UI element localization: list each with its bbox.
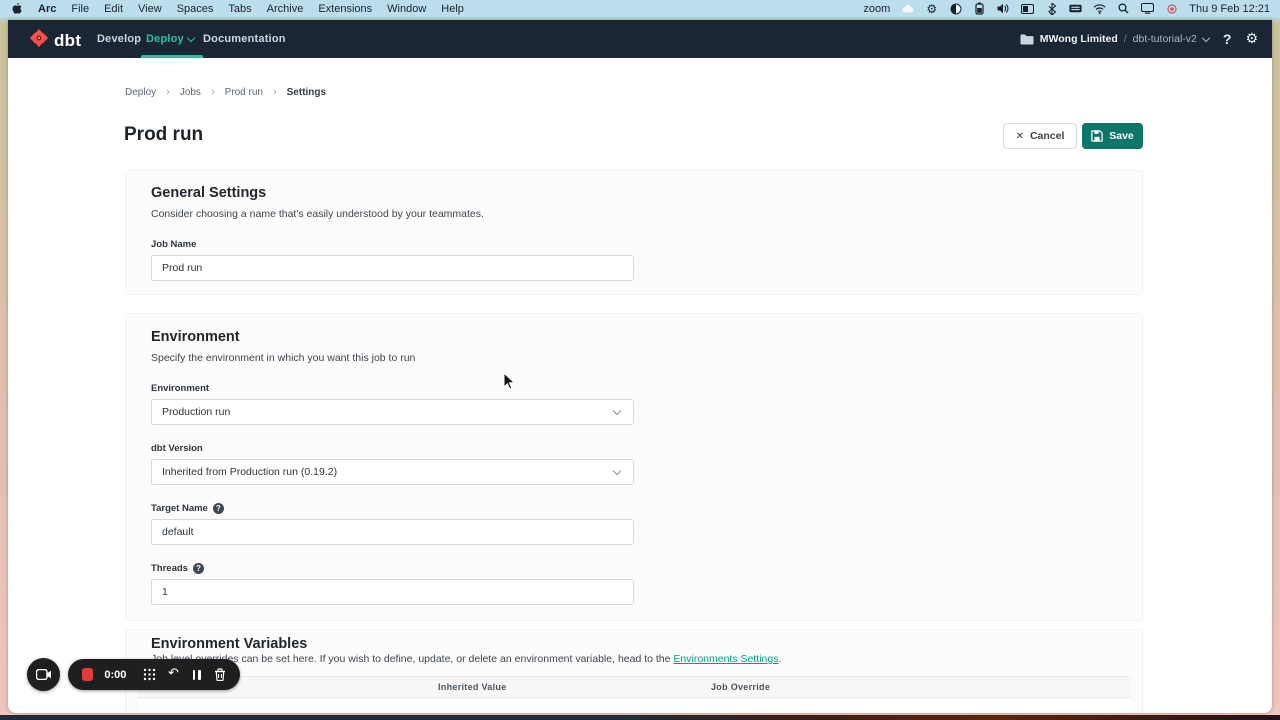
dbt-logo-text: dbt	[54, 31, 81, 51]
chevron-down-icon	[613, 406, 621, 414]
cancel-button[interactable]: ✕ Cancel	[1003, 123, 1077, 149]
environment-variables-card: Environment Variables Job level override…	[125, 629, 1143, 713]
page-title: Prod run	[124, 124, 203, 146]
job-name-label: Job Name	[151, 239, 196, 250]
macos-menubar: Arc File Edit View Spaces Tabs Archive E…	[0, 0, 1280, 17]
mouse-cursor	[503, 372, 517, 395]
menubar-clock[interactable]: Thu 9 Feb 12:21	[1189, 3, 1270, 15]
breadcrumb-separator: ›	[166, 86, 170, 98]
bluetooth-icon[interactable]	[1045, 2, 1058, 15]
save-floppy-icon	[1091, 130, 1103, 142]
video-camera-icon	[36, 669, 52, 680]
breadcrumb-prod-run[interactable]: Prod run	[225, 87, 263, 98]
chevron-down-icon	[613, 466, 621, 474]
environment-description: Specify the environment in which you wan…	[151, 352, 415, 364]
job-name-input[interactable]	[151, 255, 634, 281]
search-icon[interactable]	[1117, 2, 1130, 15]
general-settings-title: General Settings	[151, 185, 266, 201]
menubar-item-view[interactable]: View	[138, 3, 162, 15]
menubar-zoom-app[interactable]: zoom	[863, 3, 890, 15]
help-icon[interactable]: ?	[193, 563, 204, 574]
breadcrumb-settings: Settings	[287, 87, 326, 98]
save-button[interactable]: Save	[1082, 123, 1143, 149]
account-slash: /	[1124, 33, 1127, 45]
general-settings-card: General Settings Consider choosing a nam…	[125, 170, 1143, 295]
dbt-logo[interactable]: dbt	[28, 27, 81, 54]
nav-deploy-active-underline	[141, 55, 203, 58]
menubar-item-window[interactable]: Window	[387, 3, 426, 15]
settings-gear-icon[interactable]: ⚙	[925, 2, 938, 15]
folder-icon	[1020, 34, 1034, 45]
dbt-version-select[interactable]: Inherited from Production run (0.19.2)	[151, 459, 634, 485]
menubar-item-extensions[interactable]: Extensions	[318, 3, 372, 15]
menubar-item-spaces[interactable]: Spaces	[177, 3, 214, 15]
environment-title: Environment	[151, 329, 240, 345]
breadcrumb-jobs[interactable]: Jobs	[180, 87, 201, 98]
settings-gear-button[interactable]: ⚙	[1245, 31, 1258, 47]
menubar-item-edit[interactable]: Edit	[104, 3, 123, 15]
breadcrumb-separator: ›	[273, 86, 277, 98]
environments-settings-link[interactable]: Environments Settings	[673, 653, 778, 665]
column-job-override: Job Override	[711, 682, 770, 692]
account-project-switcher[interactable]: MWong Limited / dbt-tutorial-v2	[1020, 33, 1209, 45]
pause-recording-icon[interactable]	[191, 668, 203, 682]
account-name: MWong Limited	[1040, 33, 1118, 45]
menubar-item-archive[interactable]: Archive	[267, 3, 304, 15]
help-button[interactable]: ?	[1223, 31, 1232, 47]
dbt-navbar: dbt Develop Deploy Documentation MWong L…	[8, 20, 1272, 58]
env-vars-table-header: Inherited Value Job Override	[138, 676, 1131, 698]
environment-select[interactable]: Production run	[151, 399, 634, 425]
desktop-edge	[0, 715, 1280, 720]
general-settings-description: Consider choosing a name that's easily u…	[151, 208, 484, 220]
dbt-logo-icon	[28, 27, 50, 54]
nav-develop[interactable]: Develop	[97, 20, 141, 58]
apple-logo-icon[interactable]	[10, 2, 23, 15]
battery-icon[interactable]	[973, 2, 986, 15]
environment-card: Environment Specify the environment in w…	[125, 313, 1143, 621]
stop-record-button[interactable]	[82, 668, 93, 681]
close-icon: ✕	[1016, 131, 1024, 142]
trash-icon[interactable]	[214, 668, 226, 682]
screen-record-icon[interactable]	[1165, 2, 1178, 15]
menubar-item-file[interactable]: File	[71, 3, 89, 15]
do-not-disturb-icon[interactable]	[949, 2, 962, 15]
target-name-label: Target Name ?	[151, 503, 224, 514]
display-icon[interactable]	[1141, 2, 1154, 15]
wifi-icon[interactable]	[1093, 2, 1106, 15]
nav-documentation[interactable]: Documentation	[203, 20, 286, 58]
environment-variables-description: Job level overrides can be set here. If …	[151, 653, 1111, 665]
chevron-down-icon	[1202, 33, 1210, 41]
window-tile-icon[interactable]	[1021, 2, 1034, 15]
chevron-down-icon	[187, 33, 195, 41]
browser-window: dbt Develop Deploy Documentation MWong L…	[8, 20, 1272, 713]
column-inherited-value: Inherited Value	[438, 682, 507, 692]
menubar-app-name[interactable]: Arc	[38, 3, 56, 15]
env-vars-table-row	[138, 699, 1131, 713]
project-name: dbt-tutorial-v2	[1133, 33, 1197, 45]
threads-label: Threads ?	[151, 563, 204, 574]
recording-timer: 0:00	[104, 669, 126, 681]
restart-recording-icon[interactable]: ↶	[167, 667, 179, 681]
menubar-item-help[interactable]: Help	[441, 3, 464, 15]
keyboard-icon[interactable]	[1069, 2, 1082, 15]
breadcrumb-deploy[interactable]: Deploy	[125, 87, 156, 98]
environment-variables-title: Environment Variables	[151, 636, 307, 652]
recorder-toolbar: 0:00 ↶	[68, 659, 240, 690]
recorder-camera-button[interactable]	[27, 658, 60, 691]
breadcrumb-separator: ›	[211, 86, 215, 98]
environment-label: Environment	[151, 383, 209, 394]
menubar-item-tabs[interactable]: Tabs	[228, 3, 251, 15]
target-name-input[interactable]	[151, 519, 634, 545]
dbt-version-label: dbt Version	[151, 443, 203, 454]
breadcrumb: Deploy › Jobs › Prod run › Settings	[125, 86, 326, 98]
cloud-icon[interactable]	[901, 2, 914, 15]
volume-icon[interactable]	[997, 2, 1010, 15]
threads-input[interactable]	[151, 579, 634, 605]
nav-deploy[interactable]: Deploy	[146, 20, 194, 58]
drag-handle-icon[interactable]	[143, 668, 156, 682]
help-icon[interactable]: ?	[213, 503, 224, 514]
